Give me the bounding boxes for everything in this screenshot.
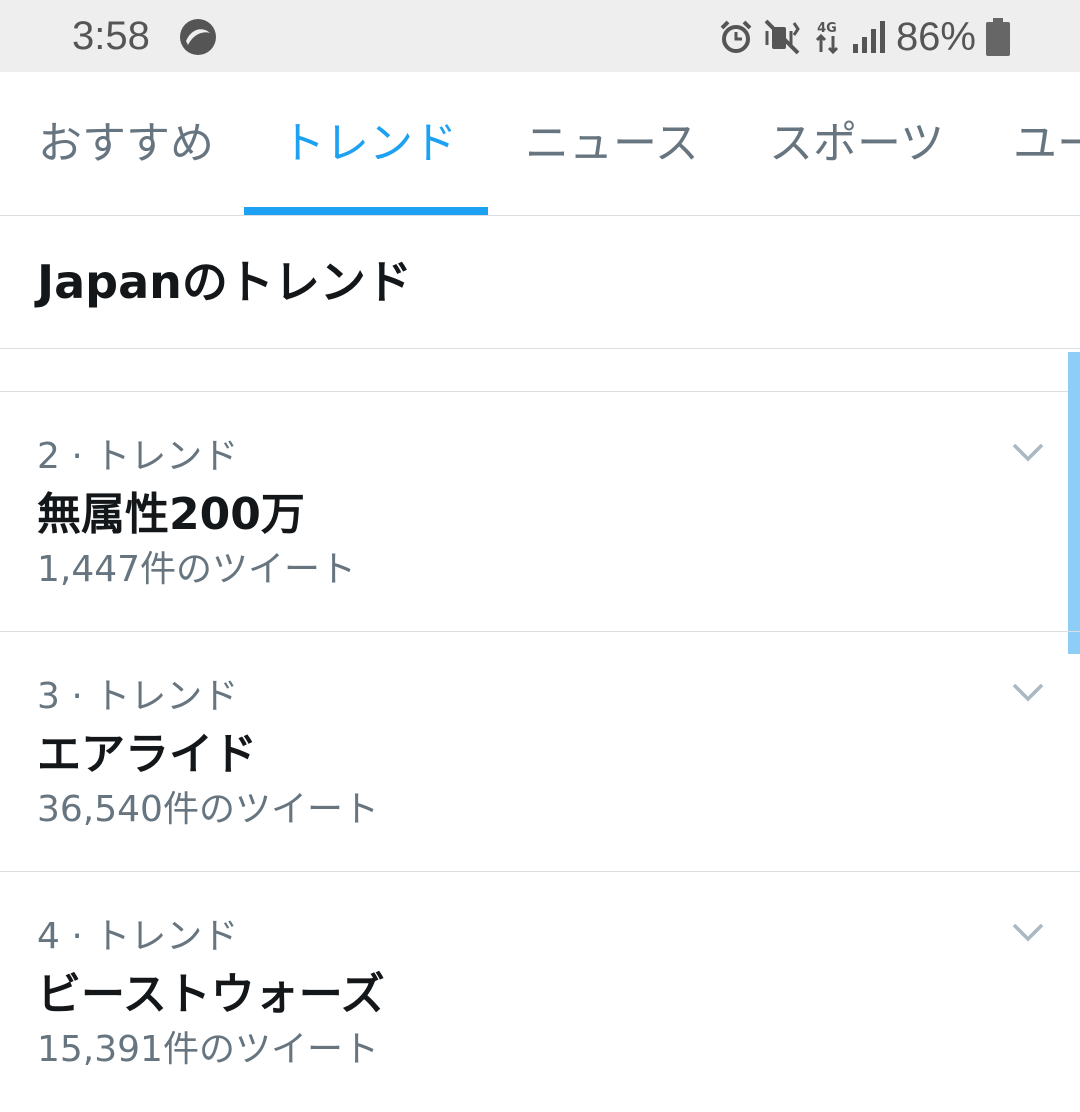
trend-rank-label: 2 · トレンド (37, 436, 239, 477)
battery-icon (986, 18, 1010, 56)
tab-label: おすすめ (38, 118, 214, 169)
chevron-down-icon[interactable] (1012, 442, 1044, 462)
trend-tweet-count: 36,540件のツイート (37, 789, 379, 830)
alarm-icon (720, 20, 752, 53)
tabs-divider (0, 215, 1080, 216)
tab-sports[interactable]: スポーツ (732, 72, 976, 215)
status-bar: 3:58 4G 86% (0, 0, 1080, 72)
trend-item[interactable]: 4 · トレンド ビーストウォーズ 15,391件のツイート (0, 872, 1080, 1112)
battery-percent: 86% (895, 15, 976, 59)
trend-tweet-count: 1,447件のツイート (37, 549, 357, 590)
tab-bar: おすすめ トレンド ニュース スポーツ ユー (0, 72, 1080, 215)
tab-label: ニュース (525, 118, 699, 169)
tab-recommended[interactable]: おすすめ (0, 72, 244, 215)
chevron-down-icon[interactable] (1012, 922, 1044, 942)
status-right-group: 4G 86% (718, 12, 1010, 62)
trend-item[interactable]: 3 · トレンド エアライド 36,540件のツイート (0, 632, 1080, 872)
tab-trends[interactable]: トレンド (244, 72, 488, 215)
trend-item[interactable]: 2 · トレンド 無属性200万 1,447件のツイート (0, 392, 1080, 632)
app-notification-icon (180, 19, 216, 55)
tab-label: トレンド (281, 118, 457, 169)
active-tab-indicator (244, 207, 488, 215)
section-title: Japanのトレンド (37, 255, 412, 309)
trend-name: 無属性200万 (37, 489, 305, 540)
svg-text:4G: 4G (817, 21, 837, 36)
trend-name: ビーストウォーズ (37, 969, 385, 1020)
tab-label: ユー (1013, 118, 1080, 169)
tab-entertainment[interactable]: ユー (976, 72, 1080, 215)
trend-tweet-count: 15,391件のツイート (37, 1029, 379, 1070)
trend-rank-label: 3 · トレンド (37, 676, 239, 717)
tab-news[interactable]: ニュース (488, 72, 732, 215)
vibrate-mute-icon (764, 19, 800, 55)
divider (0, 348, 1080, 349)
chevron-down-icon[interactable] (1012, 682, 1044, 702)
status-time: 3:58 (72, 14, 150, 58)
trend-rank-label: 4 · トレンド (37, 916, 239, 957)
network-4g-icon: 4G (815, 21, 838, 55)
trend-name: エアライド (37, 729, 257, 780)
signal-strength-icon (852, 21, 885, 53)
tab-label: スポーツ (769, 118, 945, 169)
